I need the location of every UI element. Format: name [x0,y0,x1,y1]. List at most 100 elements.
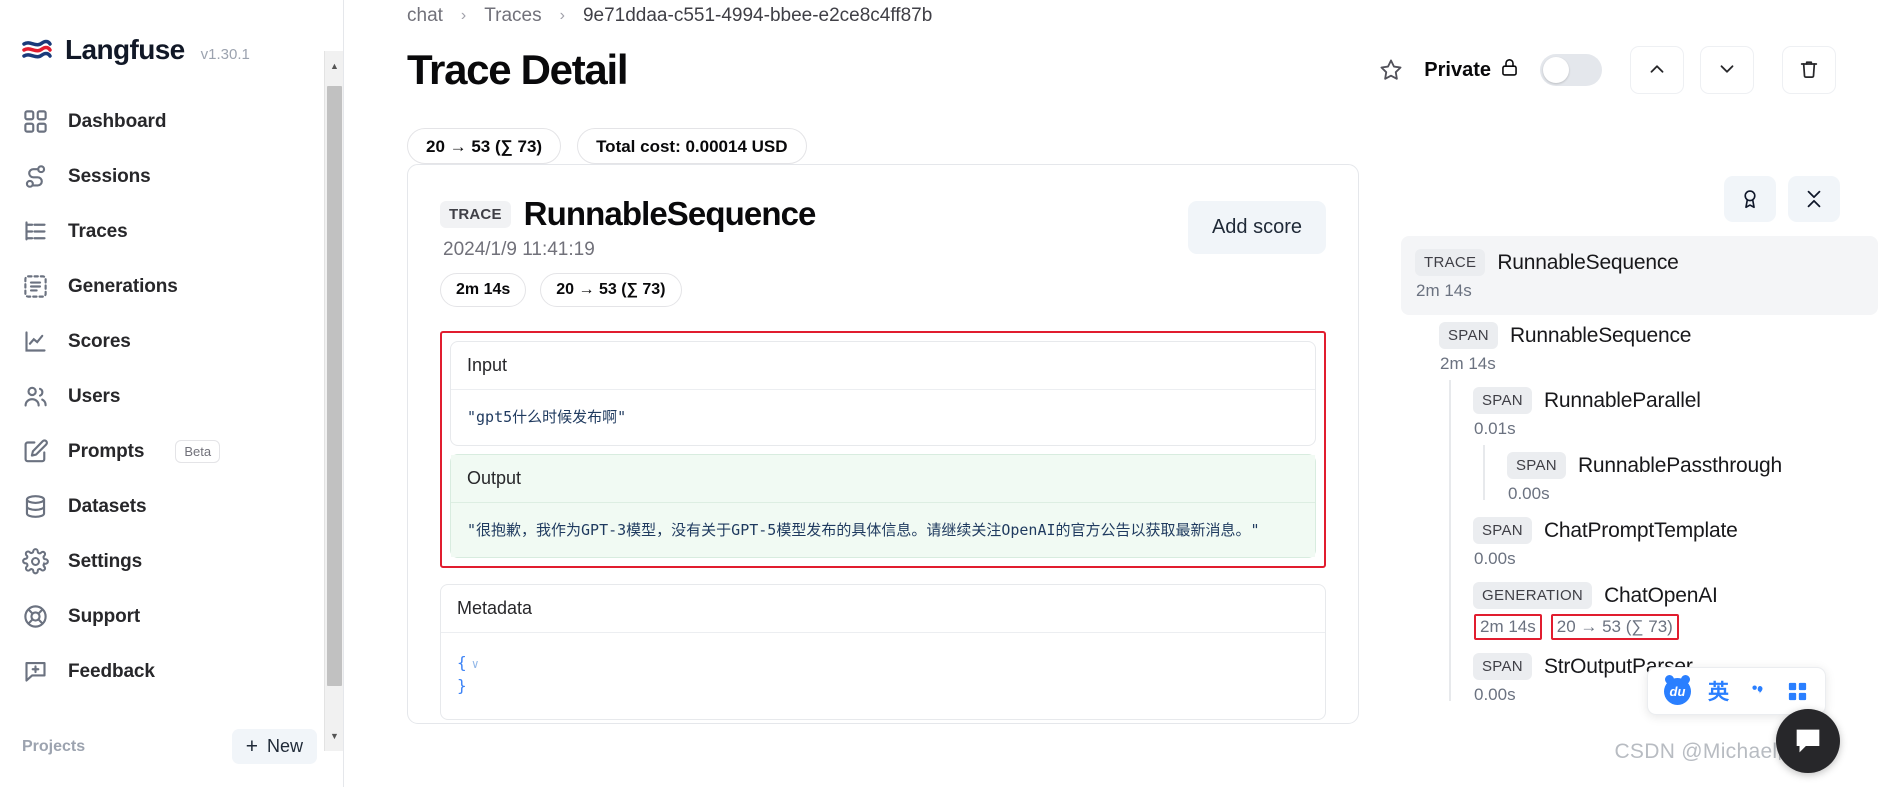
scrollbar-thumb[interactable] [327,86,342,686]
brand-name: Langfuse [65,34,185,65]
sidebar-item-prompts[interactable]: Prompts Beta [0,424,343,479]
sidebar-item-traces[interactable]: Traces [0,204,343,259]
beta-badge: Beta [175,440,221,463]
tree-node-trace-runnablesequence[interactable]: TRACE RunnableSequence 2m 14s [1401,236,1878,315]
keyboard-panel-icon[interactable] [1786,680,1809,703]
sidebar-item-scores[interactable]: Scores [0,314,343,369]
sidebar-item-label: Sessions [68,165,151,187]
new-project-label: New [266,736,303,756]
sessions-flow-icon [22,163,49,190]
tree-node-generation-chatopenai[interactable]: GENERATION ChatOpenAI 2m 14s 20 → 53 (∑ … [1473,575,1878,646]
ime-floating-toolbar[interactable]: du 英 [1647,667,1826,715]
node-type-tag: SPAN [1473,387,1532,414]
tree-node-span-chatprompttemplate[interactable]: SPAN ChatPromptTemplate 0.00s [1473,510,1878,575]
brand-version: v1.30.1 [200,45,250,63]
tree-node-row[interactable]: SPAN RunnableSequence [1439,315,1878,351]
node-token-usage: 20 → 53 (∑ 73) [1550,614,1679,640]
breadcrumb-item-project[interactable]: chat [407,5,443,27]
node-type-tag: SPAN [1507,452,1566,479]
projects-label: Projects [22,737,86,755]
metadata-block: Metadata {∨ } [440,584,1326,721]
node-type-tag: SPAN [1473,517,1532,544]
trace-detail-card: TRACE RunnableSequence 2024/1/9 11:41:19… [407,164,1359,724]
node-name: RunnablePassthrough [1577,453,1782,477]
scroll-down-arrow-icon[interactable]: ▼ [325,724,344,748]
pencil-square-icon [22,438,49,465]
latency-badge: 2m 14s [440,273,527,307]
baidu-ime-logo-icon[interactable]: du [1664,674,1691,705]
sidebar: Langfuse v1.30.1 Dashboard Sessions Trac… [0,0,344,787]
sidebar-item-label: Support [68,605,141,627]
next-trace-button[interactable] [1700,46,1754,94]
plus-icon: + [245,734,258,758]
sidebar-item-dashboard[interactable]: Dashboard [0,94,343,149]
sidebar-nav: Dashboard Sessions Traces Generations Sc… [0,74,343,699]
breadcrumb-item-traces[interactable]: Traces [484,5,541,27]
observation-type-tag: TRACE [440,200,511,228]
tree-node-row[interactable]: SPAN RunnableParallel [1473,380,1878,416]
star-outline-icon[interactable] [1374,53,1408,87]
tree-node-span-runnablepassthrough[interactable]: SPAN RunnablePassthrough 0.00s [1507,445,1878,510]
traces-list-icon [22,218,49,245]
tree-node-row[interactable]: SPAN RunnablePassthrough [1507,445,1878,481]
previous-trace-button[interactable] [1630,46,1684,94]
punctuation-icon[interactable] [1746,680,1769,703]
sidebar-scrollbar[interactable]: ▲ ▼ [324,51,343,751]
comment-plus-icon [22,658,49,685]
ribbon-award-icon[interactable] [1724,176,1776,222]
json-open-brace: { [457,653,467,672]
gear-icon [22,548,49,575]
node-name: RunnableSequence [1497,250,1679,274]
sidebar-item-sessions[interactable]: Sessions [0,149,343,204]
generations-dashed-list-icon [22,273,49,300]
sidebar-item-settings[interactable]: Settings [0,534,343,589]
node-name: RunnableParallel [1543,388,1701,412]
breadcrumb: chat › Traces › 9e71ddaa-c551-4994-bbee-… [344,0,1878,28]
chevron-down-icon[interactable]: ∨ [472,657,479,671]
sidebar-item-support[interactable]: Support [0,589,343,644]
sidebar-item-feedback[interactable]: Feedback [0,644,343,699]
sidebar-item-users[interactable]: Users [0,369,343,424]
node-duration: 2m 14s [1474,614,1542,640]
node-type-tag: GENERATION [1473,582,1593,609]
tree-node-row[interactable]: SPAN ChatPromptTemplate [1473,510,1878,546]
metadata-open-brace-line: {∨ [457,651,1309,674]
tree-children-level-2: SPAN RunnableParallel 0.01s SPAN Runnabl… [1439,380,1878,711]
langfuse-logo-icon [22,38,52,62]
users-icon [22,383,49,410]
sidebar-item-label: Prompts [68,440,145,462]
add-score-button[interactable]: Add score [1187,201,1326,254]
node-name: ChatPromptTemplate [1543,518,1738,542]
tree-node-row[interactable]: GENERATION ChatOpenAI [1473,575,1878,611]
collapse-chevrons-icon[interactable] [1788,176,1840,222]
public-private-toggle[interactable] [1540,54,1602,86]
observation-name: RunnableSequence [523,195,817,232]
node-duration: 2m 14s [1416,281,1472,300]
node-type-tag: TRACE [1415,249,1486,276]
brand[interactable]: Langfuse v1.30.1 [0,0,343,74]
trace-card-header: TRACE RunnableSequence 2024/1/9 11:41:19… [440,195,1326,307]
sidebar-item-label: Users [68,385,121,407]
ime-language-button[interactable]: 英 [1708,676,1729,706]
lifebuoy-icon [22,603,49,630]
page-header-actions: Private [1374,46,1836,94]
sidebar-item-label: Feedback [68,660,155,682]
tree-node-span-runnableparallel[interactable]: SPAN RunnableParallel 0.01s [1473,380,1878,445]
sidebar-item-datasets[interactable]: Datasets [0,479,343,534]
chevron-up-icon [1646,58,1668,83]
metadata-json[interactable]: {∨ } [441,633,1325,719]
page-header: Trace Detail Private [344,28,1878,106]
sidebar-item-generations[interactable]: Generations [0,259,343,314]
delete-trace-button[interactable] [1782,46,1836,94]
scroll-up-arrow-icon[interactable]: ▲ [325,54,344,78]
trace-timestamp: 2024/1/9 11:41:19 [443,239,595,260]
tree-node-row[interactable]: TRACE RunnableSequence [1415,242,1868,278]
new-project-button[interactable]: + New [231,729,317,764]
breadcrumb-item-trace-id[interactable]: 9e71ddaa-c551-4994-bbee-e2ce8c4ff87b [583,5,932,27]
tree-node-span-runnablesequence[interactable]: SPAN RunnableSequence 2m 14s [1439,315,1878,380]
metadata-heading: Metadata [441,585,1325,633]
tree-children-level-3: SPAN RunnablePassthrough 0.00s [1473,445,1878,510]
toggle-knob [1543,57,1569,83]
lock-closed-icon [1499,57,1520,84]
chat-bubble-icon[interactable] [1776,709,1840,773]
